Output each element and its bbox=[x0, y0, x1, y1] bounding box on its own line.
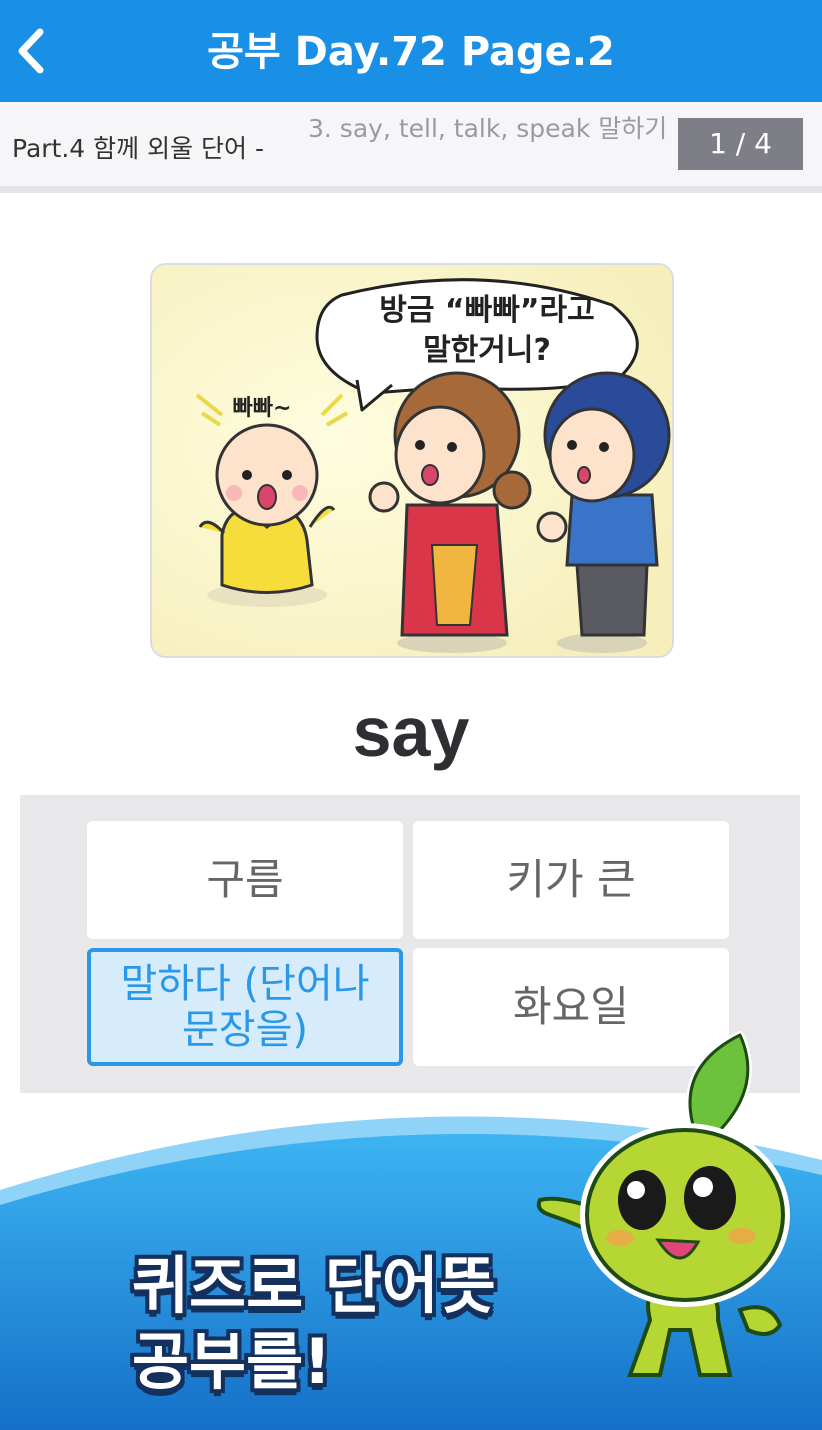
baby-sound-text: 빠빠~ bbox=[233, 396, 292, 421]
sprout-mascot bbox=[520, 1030, 822, 1400]
choice-3-selected[interactable]: 말하다 (단어나 문장을) bbox=[87, 948, 403, 1066]
part-label: Part.4 함께 외울 단어 - bbox=[12, 134, 265, 163]
lesson-subheader: Part.4 함께 외울 단어 - 3. say, tell, talk, sp… bbox=[0, 102, 822, 193]
page-title: 공부 Day.72 Page.2 bbox=[207, 29, 615, 75]
choice-1[interactable]: 구름 bbox=[87, 821, 403, 939]
promo-line-2: 공부를! bbox=[132, 1325, 332, 1398]
promo-line-1: 퀴즈로 단어뜻 bbox=[132, 1249, 496, 1322]
choice-2[interactable]: 키가 큰 bbox=[413, 821, 729, 939]
app-header: 공부 Day.72 Page.2 bbox=[0, 0, 822, 102]
quiz-word: say bbox=[352, 693, 470, 771]
word-illustration: 방금 “빠빠”라고 말한거니? 빠빠~ bbox=[150, 263, 674, 658]
speech-bubble-line2: 말한거니? bbox=[423, 333, 551, 368]
page-counter: 1 / 4 bbox=[678, 118, 803, 170]
part-description: 3. say, tell, talk, speak 말하기 bbox=[308, 114, 668, 143]
speech-bubble-line1: 방금 “빠빠”라고 bbox=[379, 293, 594, 328]
promo-text: 퀴즈로 단어뜻 공부를! bbox=[132, 1248, 552, 1400]
